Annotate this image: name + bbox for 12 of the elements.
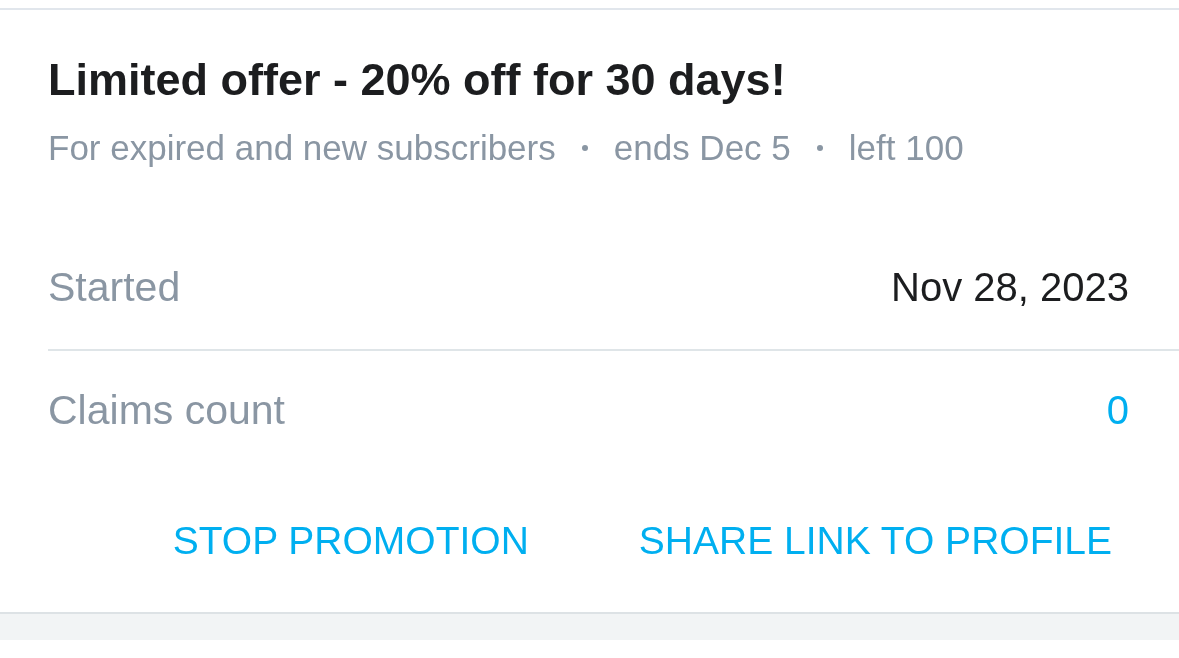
- action-button[interactable]: STOP PROMOTION: [155, 505, 546, 577]
- row-label: Claims count: [48, 388, 285, 432]
- count-link[interactable]: 0: [1106, 388, 1129, 432]
- row-value: Nov 28, 2023: [891, 265, 1129, 309]
- row-label: Started: [48, 265, 181, 309]
- action-button[interactable]: SHARE LINK TO PROFILE: [621, 505, 1129, 577]
- bullet-separator-icon: [581, 145, 588, 151]
- offer-detail: For expired and new subscribers: [48, 127, 556, 169]
- bullet-separator-icon: [816, 145, 823, 151]
- offer-title: Limited offer - 20% off for 30 days!: [48, 53, 786, 107]
- offer-detail: left 100: [848, 127, 964, 169]
- offer-detail: ends Dec 5: [613, 127, 791, 169]
